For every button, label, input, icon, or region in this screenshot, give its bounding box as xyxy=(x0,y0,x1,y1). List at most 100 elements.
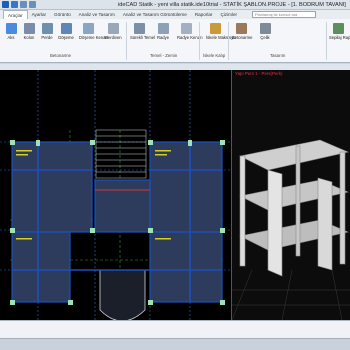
axis-icon xyxy=(5,23,17,34)
merdiven-button[interactable]: Merdiven xyxy=(104,23,122,40)
report-icon xyxy=(332,23,344,34)
label-mark xyxy=(16,150,32,152)
label-mark xyxy=(16,238,32,240)
staircase xyxy=(95,129,147,179)
slab-3d xyxy=(239,139,349,171)
iskele-label: İskele Maksisyu xyxy=(206,35,236,40)
ribbon: Aks Kolon Perde Döşeme Döşeme Kenarı Mer… xyxy=(0,19,350,63)
kolon-button[interactable]: Kolon xyxy=(20,23,38,40)
status-bar xyxy=(0,338,350,350)
ribbon-separator xyxy=(326,22,327,60)
ribbon-separator xyxy=(228,22,229,60)
slab xyxy=(94,179,151,233)
celik-label: Çelik xyxy=(260,35,270,40)
ribbon-separator xyxy=(199,22,200,60)
tab-ayarlar[interactable]: Ayarlar xyxy=(28,10,50,19)
curved-bay xyxy=(99,269,146,320)
column xyxy=(90,140,95,145)
column xyxy=(36,140,40,146)
command-area xyxy=(0,320,350,338)
tab-analiz-tasarim[interactable]: Analiz ve Tasarım xyxy=(75,10,119,19)
label-mark xyxy=(155,238,171,240)
doseme-label: Döşeme xyxy=(58,35,74,40)
app-icon[interactable] xyxy=(2,1,9,8)
save-icon[interactable] xyxy=(11,1,18,8)
grid-line xyxy=(232,269,253,320)
building-3d xyxy=(239,139,349,277)
view-3d-title: Yapı Pers 1 - Pers(Perk) xyxy=(235,71,283,76)
column xyxy=(220,300,225,305)
floor-grid xyxy=(232,269,350,320)
raft-edge-icon xyxy=(180,23,192,34)
tab-analiz-tasarim-goruntuleme[interactable]: Analiz ve Tasarım Görüntüleme xyxy=(119,10,191,19)
group-label-temel-zemin: Temel - Zemin xyxy=(150,53,178,58)
concrete-design-icon xyxy=(235,23,247,34)
celik-button[interactable]: Çelik xyxy=(256,23,274,40)
merdiven-label: Merdiven xyxy=(104,35,122,40)
tab-raporlar[interactable]: Raporlar xyxy=(191,10,217,19)
column xyxy=(148,300,153,305)
column xyxy=(220,228,225,233)
window-title: ideCAD Statik - yeni villa statik.ide10t… xyxy=(118,2,346,8)
label-mark xyxy=(155,150,171,152)
slab xyxy=(149,231,223,303)
grid-line xyxy=(281,269,293,320)
perde-label: Perde xyxy=(41,35,53,40)
ribbon-separator xyxy=(126,22,127,60)
raft-icon xyxy=(157,23,169,34)
doseme-kenari-button[interactable]: Döşeme Kenarı xyxy=(79,23,109,40)
aks-label: Aks xyxy=(7,35,15,40)
strip-footing-icon xyxy=(133,23,145,34)
tab-araclar[interactable]: Araçlar xyxy=(3,10,28,19)
scaffold-icon xyxy=(209,23,221,34)
column xyxy=(10,228,15,233)
iskele-button[interactable]: İskele Maksisyu xyxy=(206,23,236,40)
doseme-kenari-label: Döşeme Kenarı xyxy=(79,35,109,40)
undo-icon[interactable] xyxy=(20,1,27,8)
betonarme-design-button[interactable]: Betonarme xyxy=(232,23,253,40)
radye-kenari-label: Radye Kenarı xyxy=(177,35,203,40)
tab-cizimler[interactable]: Çizimler xyxy=(216,10,241,19)
plan-view[interactable] xyxy=(0,70,231,320)
column xyxy=(148,140,153,145)
column xyxy=(188,140,192,146)
grid-line xyxy=(331,269,343,320)
label-mark xyxy=(155,154,167,156)
aks-button[interactable]: Aks xyxy=(2,23,20,40)
view-3d[interactable]: Yapı Pers 1 - Pers(Perk) xyxy=(231,70,350,320)
kolon-label: Kolon xyxy=(23,35,35,40)
search-input[interactable]: Planlamaj ile konsol ara xyxy=(252,11,316,18)
radye-button[interactable]: Radye xyxy=(154,23,172,40)
column-3d xyxy=(239,155,246,267)
wall-3d xyxy=(317,177,333,271)
surekli-temel-label: Sürekli Temel xyxy=(130,35,156,40)
column xyxy=(220,140,225,145)
view-3d-drawing xyxy=(232,139,350,320)
column xyxy=(148,228,153,233)
radye-label: Radye xyxy=(156,35,170,40)
surekli-temel-button[interactable]: Sürekli Temel xyxy=(130,23,156,40)
steel-icon xyxy=(259,23,271,34)
radye-kenari-button[interactable]: Radye Kenarı xyxy=(177,23,203,40)
quick-access-toolbar xyxy=(2,1,36,8)
betonarme-design-label: Betonarme xyxy=(232,35,253,40)
redo-icon[interactable] xyxy=(29,1,36,8)
sepilaj-button[interactable]: Sepilaj Raporları xyxy=(329,23,350,40)
column xyxy=(10,140,15,145)
sepilaj-label: Sepilaj Raporları xyxy=(329,35,350,40)
slab-icon xyxy=(60,23,72,34)
perde-button[interactable]: Perde xyxy=(38,23,56,40)
column xyxy=(10,300,15,305)
doseme-button[interactable]: Döşeme xyxy=(57,23,75,40)
column-3d xyxy=(295,145,301,257)
group-label-iskele-kalip: İskele Kalıp xyxy=(203,53,226,58)
tab-goruntu[interactable]: Görüntü xyxy=(50,10,75,19)
column xyxy=(68,300,73,305)
column-3d xyxy=(339,151,346,265)
stairs-icon xyxy=(107,23,119,34)
column xyxy=(90,228,95,233)
label-mark xyxy=(16,154,28,156)
column-icon xyxy=(23,23,35,34)
slab-edge-icon xyxy=(82,23,94,34)
title-bar: ideCAD Statik - yeni villa statik.ide10t… xyxy=(0,0,350,10)
